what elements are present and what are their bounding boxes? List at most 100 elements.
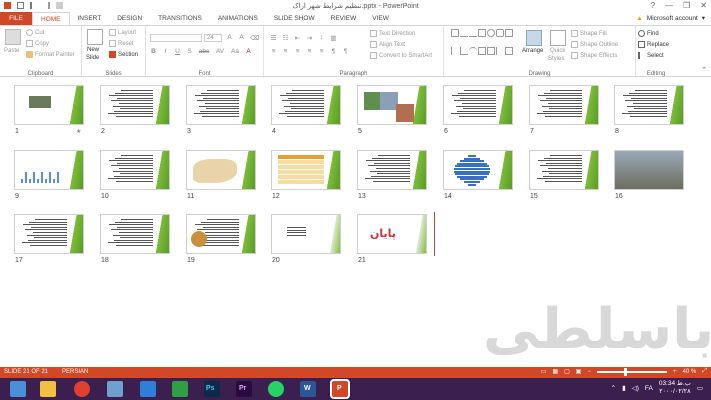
quick-styles-icon[interactable]: [550, 30, 566, 46]
fit-to-window-icon[interactable]: ⤢: [702, 368, 707, 375]
justify-icon[interactable]: ≡: [306, 48, 313, 55]
slideshow-view-icon[interactable]: ▣: [576, 368, 582, 375]
format-painter-button[interactable]: Format Painter: [26, 51, 75, 58]
find-button[interactable]: Find: [638, 30, 659, 37]
windows-start-icon[interactable]: [10, 381, 26, 397]
shrink-font-icon[interactable]: A: [238, 34, 245, 42]
whatsapp-icon[interactable]: [268, 381, 284, 397]
grow-font-icon[interactable]: A: [226, 34, 233, 42]
slide-thumbnail[interactable]: [186, 150, 256, 190]
more-shapes-icon[interactable]: [505, 46, 513, 55]
rounded-rect-shape-icon[interactable]: [496, 29, 504, 37]
star-shape-icon[interactable]: [487, 46, 495, 55]
zoom-slider[interactable]: [596, 367, 667, 376]
shape-effects-button[interactable]: Shape Effects: [571, 52, 617, 59]
numbering-icon[interactable]: ☷: [282, 34, 289, 42]
account-label[interactable]: Microsoft account: [647, 15, 698, 22]
zoom-thumb[interactable]: [623, 367, 627, 376]
slide-thumbnail[interactable]: [529, 150, 599, 190]
rtl-icon[interactable]: ¶: [330, 48, 337, 55]
bullets-icon[interactable]: ☰: [270, 34, 277, 42]
slide-thumbnail[interactable]: [357, 150, 427, 190]
elbow-shape-icon[interactable]: [460, 46, 468, 55]
select-button[interactable]: Select: [638, 52, 664, 59]
shadow-button[interactable]: S: [186, 48, 193, 55]
ltr-icon[interactable]: ¶: [342, 48, 349, 55]
slide-thumbnail[interactable]: [186, 214, 256, 254]
help-button[interactable]: ?: [651, 1, 655, 10]
shapes-gallery[interactable]: [451, 29, 515, 63]
paste-icon[interactable]: [5, 29, 21, 45]
slide-transition-icon[interactable]: ★: [76, 128, 81, 135]
slide-thumbnail[interactable]: [357, 85, 427, 125]
char-spacing-button[interactable]: AV: [215, 48, 225, 55]
align-right-icon[interactable]: ≡: [294, 48, 301, 55]
rect-shape-icon[interactable]: [478, 29, 486, 37]
slide-thumbnail[interactable]: [271, 214, 341, 254]
curve-shape-icon[interactable]: [469, 46, 477, 55]
new-slide-button[interactable]: New: [87, 47, 99, 53]
paste-button[interactable]: Paste: [4, 48, 19, 54]
slide-thumbnail[interactable]: [100, 214, 170, 254]
slide-thumbnail[interactable]: [14, 214, 84, 254]
bold-button[interactable]: B: [150, 48, 157, 55]
cut-button[interactable]: Cut: [26, 29, 44, 36]
slide-thumbnail[interactable]: [443, 150, 513, 190]
network-icon[interactable]: ▮: [622, 384, 626, 392]
tab-animations[interactable]: ANIMATIONS: [210, 12, 266, 25]
align-left-icon[interactable]: ≡: [270, 48, 277, 55]
distribute-icon[interactable]: ≡: [318, 48, 325, 55]
maximize-button[interactable]: ❐: [683, 1, 690, 10]
clear-format-icon[interactable]: ⌫: [250, 34, 259, 42]
language-indicator[interactable]: PERSIAN: [62, 369, 88, 375]
change-case-button[interactable]: Aa: [230, 48, 240, 55]
reset-button[interactable]: Reset: [109, 40, 134, 47]
monitor-app-icon[interactable]: [107, 381, 123, 397]
slide-thumbnail[interactable]: [529, 85, 599, 125]
zoom-level[interactable]: 40 %: [683, 369, 697, 375]
slide-sorter-view-icon[interactable]: ▦: [552, 368, 558, 375]
slide-thumbnail[interactable]: [100, 85, 170, 125]
layout-button[interactable]: Layout: [109, 29, 136, 36]
slide-thumbnail[interactable]: [614, 150, 684, 190]
input-language[interactable]: FA: [645, 385, 653, 392]
shape-fill-button[interactable]: Shape Fill: [571, 30, 607, 37]
align-text-button[interactable]: Align Text: [370, 41, 405, 48]
increase-indent-icon[interactable]: ⇥: [306, 34, 313, 42]
quick-styles-button[interactable]: Quick: [550, 48, 565, 54]
slide-thumbnail[interactable]: [186, 85, 256, 125]
tab-insert[interactable]: INSERT: [70, 12, 110, 25]
tab-design[interactable]: DESIGN: [109, 12, 150, 25]
notifications-icon[interactable]: ▭: [697, 384, 703, 392]
arrow-shape-icon[interactable]: [469, 29, 477, 37]
line-shape-icon[interactable]: [460, 29, 468, 37]
columns-icon[interactable]: ▥: [330, 34, 337, 42]
normal-view-icon[interactable]: ▭: [541, 368, 547, 375]
oval-shape-icon[interactable]: [487, 29, 495, 37]
slide-thumbnail[interactable]: [100, 150, 170, 190]
quick-styles-button-line2[interactable]: Styles: [548, 56, 564, 62]
copy-button[interactable]: Copy: [26, 40, 49, 47]
tab-slide-show[interactable]: SLIDE SHOW: [266, 12, 323, 25]
slide-thumbnail[interactable]: [443, 85, 513, 125]
tray-chevron-icon[interactable]: ⌃: [611, 384, 616, 392]
clock[interactable]: 03:34 ب.ظ ۲۰۰۰/۰۲/۲۸: [659, 380, 691, 396]
reading-view-icon[interactable]: ▢: [564, 368, 570, 375]
new-slide-icon[interactable]: [87, 29, 103, 45]
font-name-combo[interactable]: [150, 34, 202, 42]
font-color-button[interactable]: A: [245, 48, 252, 55]
underline-button[interactable]: U: [174, 48, 181, 55]
brace-shape-icon[interactable]: [496, 46, 504, 55]
tab-file[interactable]: FILE: [0, 12, 32, 25]
zoom-out-icon[interactable]: −: [587, 369, 591, 375]
font-size-combo[interactable]: 24: [204, 34, 222, 42]
file-explorer-icon[interactable]: [40, 381, 56, 397]
slide-thumbnail[interactable]: [14, 150, 84, 190]
slide-thumbnail[interactable]: [14, 85, 84, 125]
decrease-indent-icon[interactable]: ⇤: [294, 34, 301, 42]
slide-thumbnail[interactable]: [614, 85, 684, 125]
account-area[interactable]: ▲ Microsoft account ▾: [636, 14, 705, 23]
text-direction-button[interactable]: Text Direction: [370, 30, 415, 37]
arrange-icon[interactable]: [526, 30, 542, 46]
close-button[interactable]: ✕: [700, 1, 707, 10]
